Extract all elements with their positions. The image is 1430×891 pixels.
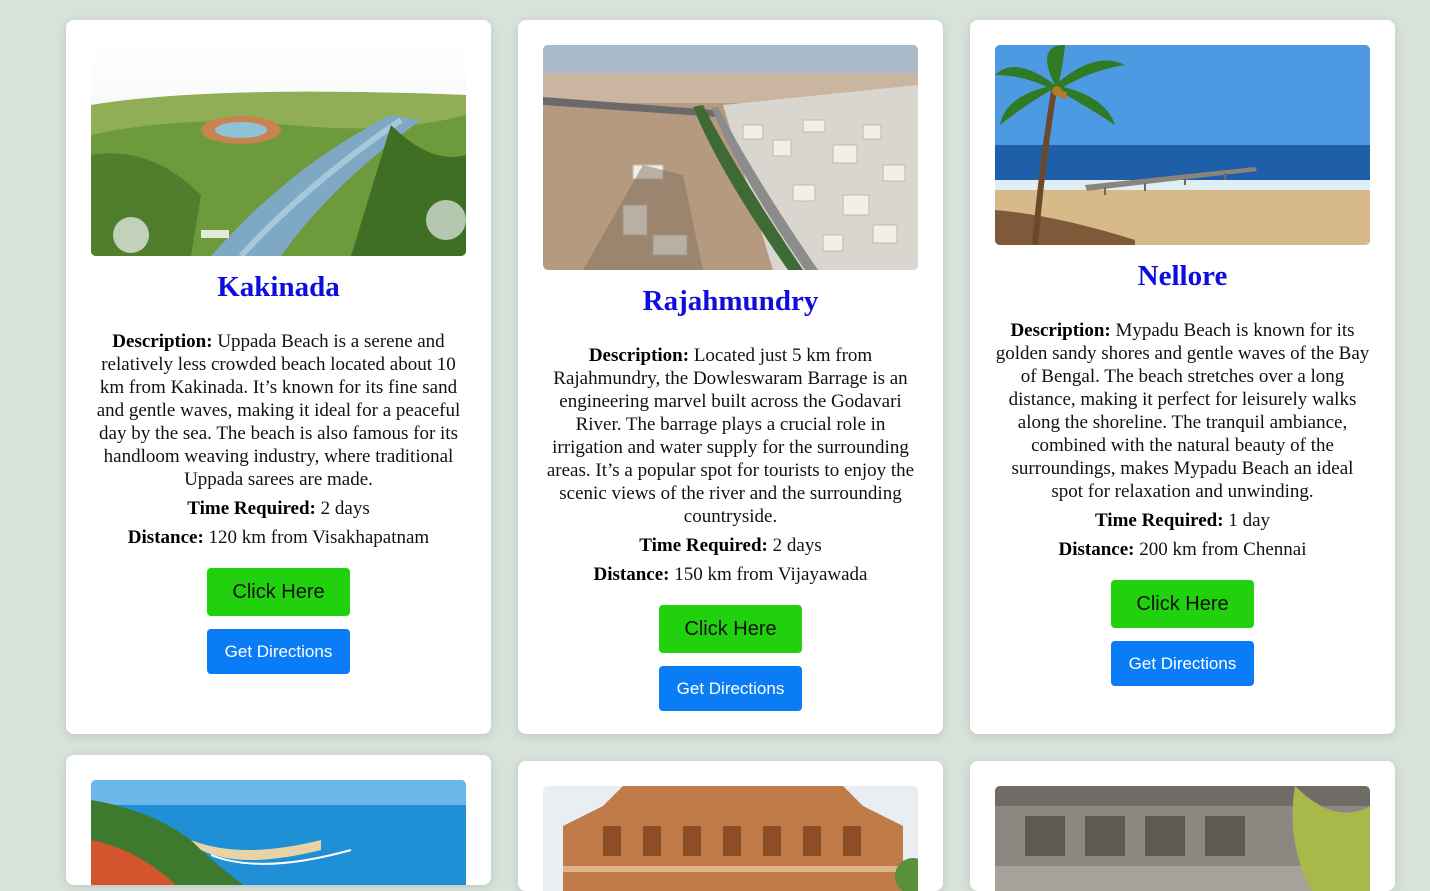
distance: Distance: 120 km from Visakhapatnam <box>91 526 466 549</box>
place-image <box>91 780 466 885</box>
place-image <box>543 786 918 891</box>
get-directions-button[interactable]: Get Directions <box>1111 641 1254 686</box>
click-here-button[interactable]: Click Here <box>207 568 350 616</box>
distance-label: Distance: <box>593 564 670 585</box>
distance: Distance: 150 km from Vijayawada <box>543 563 918 586</box>
time-value: 1 day <box>1223 510 1271 531</box>
place-card-row2-2 <box>518 761 943 891</box>
place-card-nellore: Nellore Description: Mypadu Beach is kno… <box>970 20 1395 734</box>
place-description: Description: Uppada Beach is a serene an… <box>91 330 466 491</box>
click-here-button[interactable]: Click Here <box>1111 580 1254 628</box>
description-label: Description: <box>588 345 690 366</box>
time-label: Time Required: <box>187 498 316 519</box>
time-required: Time Required: 2 days <box>543 534 918 557</box>
distance-label: Distance: <box>1058 539 1135 560</box>
place-description: Description: Mypadu Beach is known for i… <box>995 319 1370 503</box>
time-label: Time Required: <box>1094 510 1224 531</box>
distance-label: Distance: <box>127 527 204 548</box>
place-card-row2-1 <box>66 755 491 885</box>
description-text: Mypadu Beach is known for its golden san… <box>995 320 1370 502</box>
time-value: 2 days <box>767 535 822 556</box>
place-title: Rajahmundry <box>642 285 819 317</box>
description-label: Description: <box>1010 320 1111 341</box>
distance-value: 120 km from Visakhapatnam <box>203 527 430 548</box>
place-card-row2-3 <box>970 761 1395 891</box>
description-text: Uppada Beach is a serene and relatively … <box>96 331 461 490</box>
time-label: Time Required: <box>639 535 768 556</box>
get-directions-button[interactable]: Get Directions <box>207 629 350 674</box>
place-card-rajahmundry: Rajahmundry Description: Located just 5 … <box>518 20 943 734</box>
place-card-kakinada: Kakinada Description: Uppada Beach is a … <box>66 20 491 734</box>
time-required: Time Required: 2 days <box>91 497 466 520</box>
time-required: Time Required: 1 day <box>995 509 1370 532</box>
place-image <box>91 45 466 256</box>
time-value: 2 days <box>315 498 370 519</box>
place-title: Kakinada <box>217 271 340 303</box>
get-directions-button[interactable]: Get Directions <box>659 666 802 711</box>
place-description: Description: Located just 5 km from Raja… <box>543 344 918 528</box>
place-image <box>995 786 1370 891</box>
click-here-button[interactable]: Click Here <box>659 605 802 653</box>
distance-value: 200 km from Chennai <box>1134 539 1307 560</box>
distance: Distance: 200 km from Chennai <box>995 538 1370 561</box>
place-image <box>995 45 1370 245</box>
description-text: Located just 5 km from Rajahmundry, the … <box>546 345 915 527</box>
place-image <box>543 45 918 270</box>
place-title: Nellore <box>1137 260 1228 292</box>
description-label: Description: <box>112 331 213 352</box>
distance-value: 150 km from Vijayawada <box>669 564 868 585</box>
